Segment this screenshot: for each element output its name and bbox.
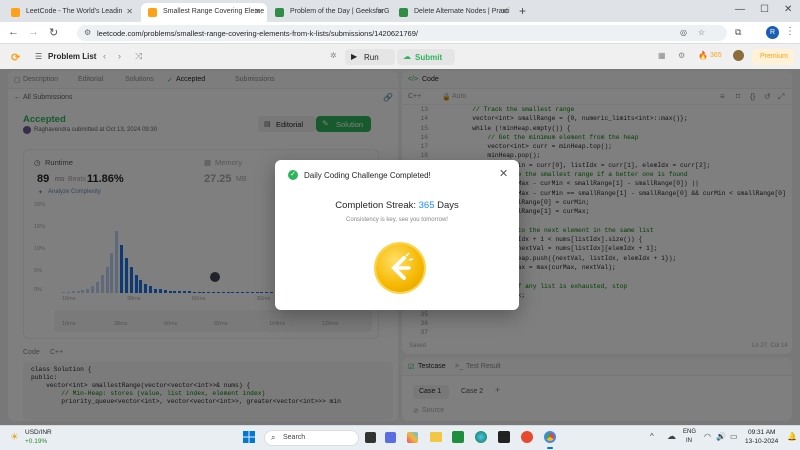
- tab-label: LeetCode - The World's Leadin: [26, 8, 123, 15]
- battery-icon[interactable]: ▭: [730, 432, 738, 441]
- close-tab-icon[interactable]: ✕: [126, 7, 133, 16]
- streak-line: Completion Streak: 365 Days: [275, 200, 519, 211]
- windows-start-icon[interactable]: [243, 431, 255, 443]
- leetcode-favicon-icon: [148, 8, 157, 17]
- task-view-icon[interactable]: [365, 432, 376, 443]
- eye-off-icon[interactable]: ◎: [680, 28, 687, 37]
- premium-button[interactable]: Premium: [752, 49, 794, 65]
- tab-label: Delete Alternate Nodes | Practi: [414, 8, 510, 15]
- shuffle-icon[interactable]: ⤨: [135, 51, 142, 62]
- extensions-icon[interactable]: ⧉: [735, 27, 741, 38]
- browser-tab-3[interactable]: Problem of the Day | GeeksforG ✕: [268, 3, 390, 22]
- browser-tab-bar: LeetCode - The World's Leadin ✕ Smallest…: [0, 0, 800, 22]
- region-indicator: IN: [686, 438, 692, 444]
- reload-icon[interactable]: ↻: [49, 26, 58, 39]
- problem-list-link[interactable]: Problem List: [48, 52, 96, 61]
- search-label: Search: [283, 434, 306, 441]
- debug-icon[interactable]: ✲: [330, 51, 337, 60]
- submit-button[interactable]: ☁ Submit: [397, 49, 455, 65]
- success-check-icon: ✓: [288, 170, 298, 180]
- browser-menu-icon[interactable]: ⋮: [785, 26, 795, 37]
- leetcode-nav: ⟳ ☰ Problem List ‹ › ⤨ ✲ ▶ Run ☁ Submit …: [0, 45, 800, 69]
- streak-prefix: Completion Streak:: [335, 200, 416, 211]
- close-tab-icon[interactable]: ✕: [377, 7, 384, 16]
- stock-name[interactable]: USD/INR: [25, 429, 52, 436]
- url-field[interactable]: ⚙ leetcode.com/problems/smallest-range-c…: [77, 25, 727, 41]
- browser-tab-4[interactable]: Delete Alternate Nodes | Practi ✕: [392, 3, 514, 22]
- minimize-button[interactable]: —: [735, 4, 745, 15]
- profile-avatar[interactable]: R: [766, 26, 779, 39]
- browser-tab-2[interactable]: Smallest Range Covering Eleme ✕: [141, 3, 267, 22]
- tab-label: Problem of the Day | GeeksforG: [290, 8, 390, 15]
- gfg-favicon-icon: [275, 8, 284, 17]
- close-window-button[interactable]: ✕: [784, 4, 792, 15]
- close-tab-icon[interactable]: ✕: [501, 7, 508, 16]
- volume-icon[interactable]: 🔊: [716, 432, 726, 441]
- language-indicator[interactable]: ENG: [683, 429, 696, 435]
- streak-suffix: Days: [437, 200, 459, 211]
- leetcode-favicon-icon: [11, 8, 20, 17]
- terminal-app-icon[interactable]: [498, 431, 510, 443]
- layout-icon[interactable]: ▦: [658, 51, 666, 60]
- next-problem-icon[interactable]: ›: [118, 51, 121, 61]
- streak-fire-icon[interactable]: 🔥: [698, 51, 708, 60]
- leetcode-logo-icon[interactable]: ⟳: [11, 51, 21, 64]
- maximize-button[interactable]: ☐: [760, 4, 769, 15]
- leetcode-logo-icon: [391, 252, 414, 280]
- streak-count: 365: [710, 52, 722, 59]
- wps-icon[interactable]: [521, 431, 533, 443]
- app-icon[interactable]: [452, 431, 464, 443]
- play-icon: ▶: [351, 52, 358, 61]
- prev-problem-icon[interactable]: ‹: [103, 51, 106, 61]
- daily-challenge-modal: ✓ Daily Coding Challenge Completed! ✕ Co…: [275, 160, 519, 310]
- modal-close-icon[interactable]: ✕: [499, 167, 508, 180]
- tab-label: Smallest Range Covering Eleme: [163, 8, 265, 15]
- teams-icon[interactable]: [385, 432, 396, 443]
- list-icon[interactable]: ☰: [35, 52, 42, 61]
- forward-icon[interactable]: →: [28, 26, 39, 38]
- close-tab-icon[interactable]: ✕: [254, 7, 261, 16]
- stock-change: +0.19%: [25, 438, 48, 445]
- windows-taskbar: ☀ USD/INR +0.19% ⌕ Search ^ ☁ ENG IN ◠ 🔊…: [0, 425, 800, 450]
- clock-date: 13-10-2024: [745, 438, 779, 445]
- file-explorer-icon[interactable]: [430, 432, 442, 442]
- copilot-icon[interactable]: [407, 432, 418, 443]
- browser-tab-1[interactable]: LeetCode - The World's Leadin ✕: [4, 3, 139, 22]
- run-button[interactable]: ▶ Run: [345, 49, 395, 65]
- submit-label: Submit: [415, 53, 443, 62]
- show-hidden-icons[interactable]: ^: [650, 432, 654, 441]
- edge-icon[interactable]: [475, 431, 487, 443]
- url-text: leetcode.com/problems/smallest-range-cov…: [97, 29, 418, 38]
- streak-value: 365: [418, 200, 435, 211]
- upload-icon: ☁: [403, 52, 411, 61]
- clock-time[interactable]: 09:31 AM: [748, 429, 775, 436]
- notification-bell-icon[interactable]: 🔔: [787, 432, 797, 441]
- taskbar-search[interactable]: ⌕ Search: [264, 430, 359, 446]
- gfg-favicon-icon: [399, 8, 408, 17]
- bookmark-star-icon[interactable]: ☆: [698, 28, 705, 37]
- site-info-icon[interactable]: ⚙: [84, 28, 91, 37]
- active-app-indicator: [547, 447, 553, 449]
- new-tab-button[interactable]: +: [519, 4, 526, 18]
- modal-subtitle: Consistency is key, see you tomorrow!: [346, 217, 448, 223]
- search-icon: ⌕: [271, 433, 276, 442]
- run-label: Run: [364, 53, 379, 62]
- cloud-icon[interactable]: ☁: [667, 431, 676, 442]
- back-icon[interactable]: ←: [8, 26, 19, 38]
- chrome-icon[interactable]: [544, 431, 556, 443]
- wifi-icon[interactable]: ◠: [704, 432, 711, 441]
- settings-icon[interactable]: ⚙: [678, 51, 685, 60]
- modal-title: Daily Coding Challenge Completed!: [304, 171, 431, 180]
- weather-icon[interactable]: ☀: [10, 432, 19, 443]
- address-bar-row: ← → ↻ ⚙ leetcode.com/problems/smallest-r…: [0, 22, 800, 44]
- user-avatar[interactable]: [733, 50, 744, 61]
- leetcode-coin-badge-icon: [376, 244, 424, 292]
